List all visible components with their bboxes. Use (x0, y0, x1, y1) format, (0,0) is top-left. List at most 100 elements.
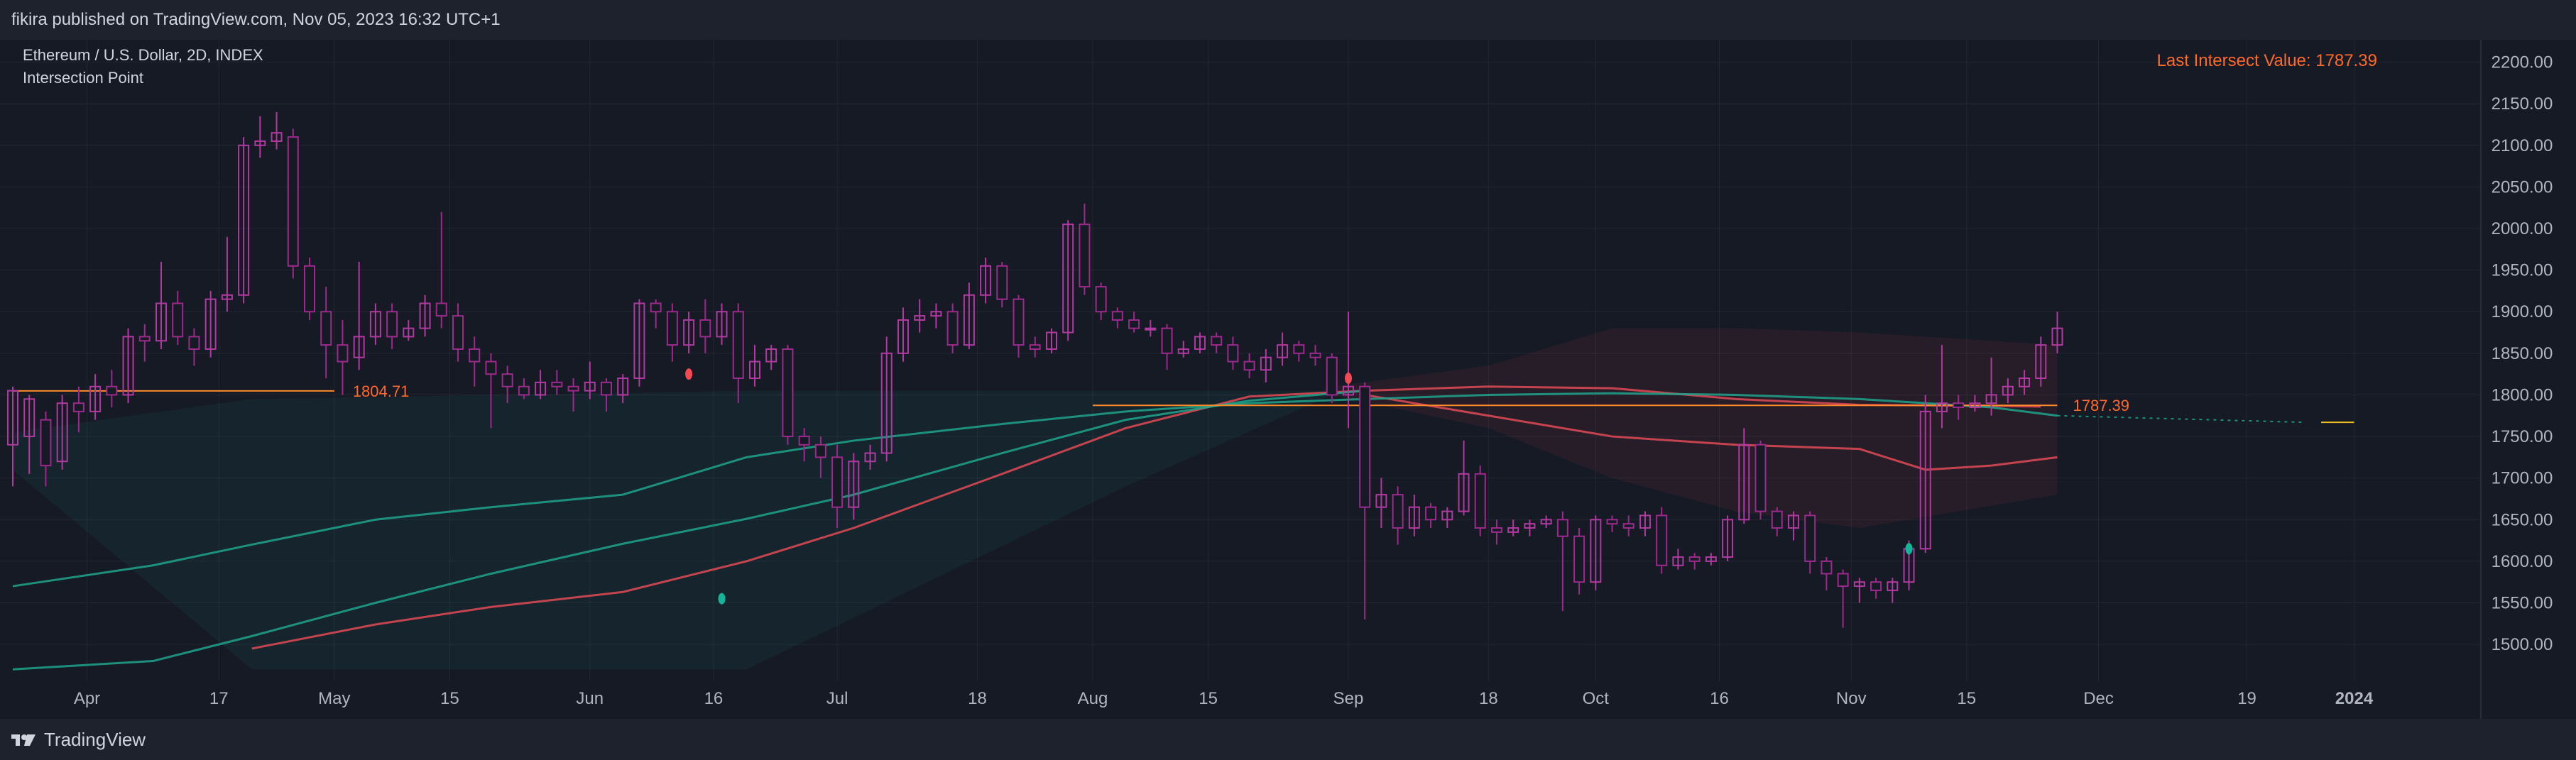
candle-body (1095, 286, 1107, 313)
candle-body (650, 302, 662, 313)
candle-body (567, 385, 579, 392)
candle-body (814, 444, 826, 458)
publish-header: fikira published on TradingView.com, Nov… (0, 0, 2576, 40)
candle-body (1474, 473, 1486, 529)
candle-body (1309, 352, 1321, 358)
price-chart[interactable]: 2200.00 2150.00 2100.00 2050.00 2000.00 1950.… (0, 40, 2576, 719)
x-tick-label: Jul (826, 689, 848, 708)
symbol-label: Ethereum / U.S. Dollar, 2D, INDEX (23, 46, 263, 64)
candle-body (732, 311, 744, 380)
candle-body (337, 344, 349, 363)
candle-body (1656, 514, 1668, 566)
y-tick-label: 2050.00 (2492, 177, 2553, 197)
signal-marker (718, 593, 726, 605)
candle-body (831, 456, 844, 508)
signal-marker (1905, 543, 1913, 555)
signal-marker (1344, 373, 1352, 385)
x-tick-label: 16 (704, 689, 724, 708)
y-axis: 2200.00 2150.00 2100.00 2050.00 2000.00 1950.… (2492, 53, 2553, 655)
candle-body (1622, 523, 1634, 529)
tradingview-brand[interactable]: TradingView (11, 729, 146, 751)
x-tick-label: 15 (1199, 689, 1218, 708)
y-tick-label: 1550.00 (2492, 594, 2553, 613)
candle-body (996, 265, 1008, 300)
candle-body (1029, 344, 1041, 350)
x-tick-label: Aug (1078, 689, 1108, 708)
y-tick-label: 1950.00 (2492, 261, 2553, 280)
candle-body (1161, 327, 1173, 354)
footer: TradingView (0, 719, 2576, 760)
candle-body (1326, 356, 1338, 396)
candle-body (435, 302, 447, 317)
y-tick-label: 1650.00 (2492, 510, 2553, 529)
candle-body (1804, 514, 1816, 562)
candle-body (303, 265, 315, 313)
candle-body (1771, 510, 1783, 529)
candle-body (1013, 298, 1025, 346)
candle-body (106, 385, 118, 396)
candle-body (1870, 581, 1882, 591)
candle-body (452, 315, 464, 350)
tradingview-logo-icon (11, 734, 36, 746)
candle-body (1243, 360, 1255, 371)
candle-body (1606, 519, 1618, 525)
x-tick-label: 15 (1957, 689, 1976, 708)
y-tick-label: 1700.00 (2492, 469, 2553, 488)
candle-body (1953, 402, 1965, 409)
candle-body (551, 381, 563, 387)
y-tick-label: 2200.00 (2492, 53, 2553, 72)
chart-area[interactable]: 2200.00 2150.00 2100.00 2050.00 2000.00 1950.… (0, 40, 2576, 719)
y-tick-label: 1600.00 (2492, 552, 2553, 571)
x-tick-label: May (318, 689, 350, 708)
candle-body (138, 336, 151, 342)
x-tick-label: Apr (74, 689, 100, 708)
candle-body (600, 381, 612, 396)
x-tick-label: 16 (1710, 689, 1729, 708)
x-tick-label: Dec (2083, 689, 2114, 708)
candle-body (72, 402, 84, 412)
candle-body (1837, 573, 1849, 588)
x-tick-label: Sep (1333, 689, 1364, 708)
candle-body (1111, 311, 1123, 321)
candle-body (1425, 506, 1437, 521)
x-tick-label: 15 (440, 689, 459, 708)
candle-body (946, 311, 959, 346)
y-tick-label: 1800.00 (2492, 385, 2553, 404)
candle-body (1556, 519, 1568, 537)
indicator-label: Intersection Point (23, 69, 143, 87)
candle-body (485, 360, 497, 375)
old-intersect-label: 1804.71 (353, 382, 410, 400)
x-tick-label: 19 (2237, 689, 2256, 708)
candle-body (1392, 494, 1404, 529)
candle-body (518, 385, 530, 396)
x-tick-label: 18 (1479, 689, 1498, 708)
candle-body (1128, 319, 1140, 329)
candle-body (1821, 560, 1833, 575)
candle-body (1227, 344, 1239, 363)
publish-info: fikira published on TradingView.com, Nov… (11, 10, 501, 29)
candle-body (1754, 444, 1767, 512)
signal-marker (685, 368, 693, 380)
y-tick-label: 1850.00 (2492, 344, 2553, 363)
chart-legend: Ethereum / U.S. Dollar, 2D, INDEX Inters… (23, 44, 263, 89)
candle-body (287, 136, 299, 267)
y-tick-label: 1750.00 (2492, 427, 2553, 446)
y-tick-label: 2000.00 (2492, 219, 2553, 238)
candle-body (1079, 224, 1091, 288)
x-tick-label: 17 (209, 689, 229, 708)
y-tick-label: 2150.00 (2492, 94, 2553, 114)
candle-body (1145, 327, 1157, 331)
candle-body (782, 348, 794, 438)
candle-body (188, 336, 200, 350)
candle-body (699, 319, 711, 338)
candle-body (798, 436, 810, 446)
x-tick-label: 18 (968, 689, 987, 708)
x-tick-label: Jun (576, 689, 604, 708)
candle-body (320, 311, 332, 346)
candle-body (1359, 385, 1371, 508)
candle-body (1490, 527, 1502, 533)
candle-body (1293, 344, 1305, 354)
candle-body (1573, 535, 1586, 583)
brand-label: TradingView (44, 728, 146, 750)
x-tick-label: 2024 (2335, 689, 2374, 708)
